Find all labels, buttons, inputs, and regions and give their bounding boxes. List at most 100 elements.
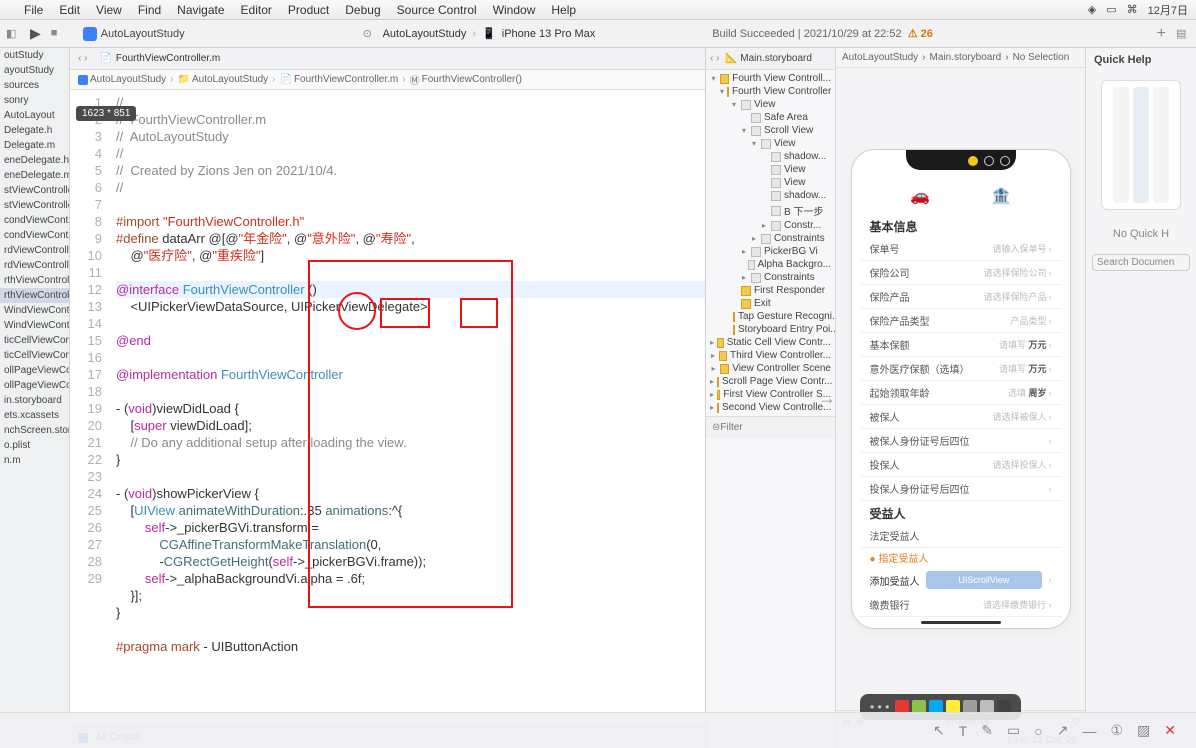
outline-row[interactable]: ▸Static Cell View Contr... <box>706 336 835 349</box>
menu-navigate[interactable]: Navigate <box>177 3 224 17</box>
outline-row[interactable]: Storyboard Entry Poi... <box>706 323 835 336</box>
outline-row[interactable]: View <box>706 163 835 176</box>
scheme-label[interactable]: AutoLayoutStudy <box>383 28 467 40</box>
outline-row[interactable]: ▾Fourth View Controll... <box>706 72 835 85</box>
outline-row[interactable]: ▾Fourth View Controller <box>706 85 835 98</box>
form-row[interactable]: 基本保额请填写 万元› <box>860 333 1062 357</box>
outline-row[interactable]: ▸Constraints <box>706 271 835 284</box>
scheme-selector[interactable]: AutoLayoutStudy <box>75 25 193 43</box>
file-item[interactable]: rdViewController.h <box>0 243 69 258</box>
menu-view[interactable]: View <box>96 3 122 17</box>
filter-input[interactable] <box>720 422 836 433</box>
source-editor[interactable]: 1234567891011121314151617181920212223242… <box>70 90 705 726</box>
tab-source-file[interactable]: 📄 FourthViewController.m <box>99 53 220 64</box>
file-item[interactable]: ayoutStudy <box>0 63 69 78</box>
outline-row[interactable]: Safe Area <box>706 111 835 124</box>
tool-number[interactable]: ① <box>1110 722 1123 739</box>
tool-blur[interactable]: ▨ <box>1137 722 1150 739</box>
file-item[interactable]: nchScreen.storyboard <box>0 423 69 438</box>
interface-builder-canvas[interactable]: AutoLayoutStudy›Main.storyboard›No Selec… <box>836 48 1086 748</box>
form-row[interactable]: 起始领取年龄选填 周岁› <box>860 381 1062 405</box>
tool-close[interactable]: ✕ <box>1164 722 1176 739</box>
outline-row[interactable]: Exit <box>706 297 835 310</box>
tool-pointer[interactable]: ↖ <box>933 722 945 739</box>
outline-row[interactable]: ▸Constr... <box>706 219 835 232</box>
library-button[interactable]: ▤ <box>1176 27 1190 41</box>
file-item[interactable]: WindViewController.h <box>0 303 69 318</box>
menu-edit[interactable]: Edit <box>59 3 80 17</box>
file-item[interactable]: ollPageViewController.h <box>0 363 69 378</box>
file-item[interactable]: condViewController.h <box>0 213 69 228</box>
form-row[interactable]: 投保人请选择投保人› <box>860 453 1062 477</box>
menu-source-control[interactable]: Source Control <box>397 3 477 17</box>
outline-row[interactable]: shadow... <box>706 189 835 202</box>
outline-row[interactable]: ▸Second View Controlle... <box>706 401 835 414</box>
file-item[interactable]: stViewController.m <box>0 198 69 213</box>
outline-filter[interactable]: ⊜ <box>706 416 835 438</box>
file-item[interactable]: o.plist <box>0 438 69 453</box>
run-button[interactable]: ▶ <box>30 25 41 42</box>
uiscrollview-badge[interactable]: UIScrollView <box>926 571 1043 589</box>
outline-row[interactable]: ▸Constraints <box>706 232 835 245</box>
form-row[interactable]: 保险产品类型产品类型› <box>860 309 1062 333</box>
bank-row[interactable]: 缴费银行请选择缴费银行 › <box>860 593 1062 617</box>
date-label[interactable]: 12月7日 <box>1148 2 1188 18</box>
run-destination[interactable]: iPhone 13 Pro Max <box>502 28 596 40</box>
outline-row[interactable]: ▾Scroll View <box>706 124 835 137</box>
form-row[interactable]: 保险产品请选择保险产品› <box>860 285 1062 309</box>
menu-find[interactable]: Find <box>138 3 161 17</box>
tool-text[interactable]: T <box>959 723 968 739</box>
tool-line[interactable]: — <box>1082 723 1096 739</box>
form-row[interactable]: 保险公司请选择保险公司› <box>860 261 1062 285</box>
outline-row[interactable]: First Responder <box>706 284 835 297</box>
file-item[interactable]: ticCellViewController.m <box>0 348 69 363</box>
file-item[interactable]: eneDelegate.m <box>0 168 69 183</box>
markup-dock[interactable]: ↖ T ✎ ▭ ○ ↗ — ① ▨ ✕ <box>0 712 1196 748</box>
outline-row[interactable]: Tap Gesture Recogni... <box>706 310 835 323</box>
stop-button[interactable]: ■ <box>51 27 65 41</box>
outline-row[interactable]: B 下一步 <box>706 202 835 219</box>
jump-bar[interactable]: AutoLayoutStudy› 📁 AutoLayoutStudy› 📄 Fo… <box>70 70 705 90</box>
designated-beneficiary[interactable]: ● 指定受益人 <box>860 548 1062 567</box>
file-item[interactable]: AutoLayout <box>0 108 69 123</box>
form-row[interactable]: 被保人请选择被保人› <box>860 405 1062 429</box>
file-item[interactable]: rdViewController.m <box>0 258 69 273</box>
battery-icon[interactable]: ▭ <box>1106 3 1116 16</box>
file-item[interactable]: eneDelegate.h <box>0 153 69 168</box>
file-item[interactable]: Delegate.h <box>0 123 69 138</box>
control-center-icon[interactable]: ⌘ <box>1127 3 1138 16</box>
outline-row[interactable]: Alpha Backgro... <box>706 258 835 271</box>
file-item[interactable]: ticCellViewController.h <box>0 333 69 348</box>
file-item[interactable]: in.storyboard <box>0 393 69 408</box>
menu-help[interactable]: Help <box>551 3 576 17</box>
menu-window[interactable]: Window <box>493 3 536 17</box>
outline-row[interactable]: ▸PickerBG Vi <box>706 245 835 258</box>
legal-beneficiary-row[interactable]: 法定受益人 <box>860 524 1062 548</box>
tool-rect[interactable]: ▭ <box>1007 722 1020 739</box>
menu-product[interactable]: Product <box>288 3 329 17</box>
project-navigator[interactable]: outStudyayoutStudysourcessonryAutoLayout… <box>0 48 70 748</box>
file-item[interactable]: ets.xcassets <box>0 408 69 423</box>
outline-row[interactable]: ▸View Controller Scene <box>706 362 835 375</box>
file-item[interactable]: Delegate.m <box>0 138 69 153</box>
outline-row[interactable]: ▸Third View Controller... <box>706 349 835 362</box>
outline-row[interactable]: shadow... <box>706 150 835 163</box>
form-row[interactable]: 被保人身份证号后四位› <box>860 429 1062 453</box>
form-row[interactable]: 保单号请输入保单号› <box>860 237 1062 261</box>
file-item[interactable]: stViewController.h <box>0 183 69 198</box>
form-row[interactable]: 投保人身份证号后四位› <box>860 477 1062 501</box>
doc-search[interactable]: Search Documen <box>1092 254 1190 271</box>
navigator-toggle-icon[interactable]: ◧ <box>6 27 20 41</box>
outline-row[interactable]: ▸First View Controller S... <box>706 388 835 401</box>
file-item[interactable]: outStudy <box>0 48 69 63</box>
add-tab-button[interactable]: + <box>1157 25 1166 43</box>
tool-arrow[interactable]: ↗ <box>1057 722 1069 739</box>
file-item[interactable]: condViewController.m <box>0 228 69 243</box>
form-row[interactable]: 意外医疗保额（选填）请填写 万元› <box>860 357 1062 381</box>
file-item[interactable]: sources <box>0 78 69 93</box>
file-item[interactable]: n.m <box>0 453 69 468</box>
document-outline[interactable]: ‹ › 📐 Main.storyboard ▾Fourth View Contr… <box>706 48 836 748</box>
file-item[interactable]: rthViewController.m <box>0 288 69 303</box>
file-item[interactable]: WindViewController.m <box>0 318 69 333</box>
outline-row[interactable]: ▸Scroll Page View Contr... <box>706 375 835 388</box>
